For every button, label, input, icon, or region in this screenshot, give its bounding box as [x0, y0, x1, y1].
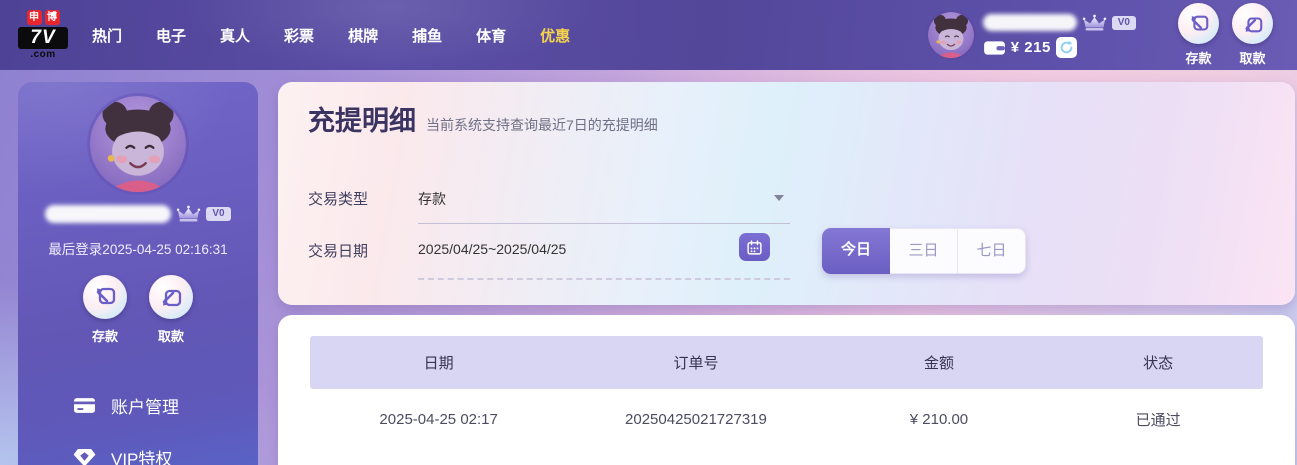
crown-icon: [1082, 14, 1106, 31]
wallet-icon: [983, 41, 1005, 55]
logo-badge-right: 博: [44, 10, 60, 25]
nav-item-boardgames[interactable]: 棋牌: [348, 25, 378, 46]
records-table-card: 日期 订单号 金额 状态 2025-04-25 02:17 2025042502…: [278, 315, 1295, 465]
cell-status: 已通过: [1135, 411, 1181, 429]
nav-item-sports[interactable]: 体育: [476, 25, 506, 46]
nav-item-fishing[interactable]: 捕鱼: [412, 25, 442, 46]
table-header-amount: 金额: [923, 355, 954, 372]
sidebar-deposit-transfer-icon: [96, 287, 116, 305]
withdraw-label: 取款: [1239, 51, 1266, 66]
date-range-group: 今日 三日 七日: [822, 228, 1026, 274]
page-subtitle: 当前系统支持查询最近7日的充提明细: [426, 117, 658, 133]
refresh-icon: [1060, 40, 1073, 54]
calendar-picker-button[interactable]: [739, 233, 770, 261]
page-title: 充提明细: [308, 106, 416, 136]
table-header-status: 状态: [1143, 355, 1174, 372]
table-row: 2025-04-25 02:17 20250425021727319 ¥ 210…: [310, 389, 1263, 449]
avatar[interactable]: [927, 12, 974, 58]
sidebar-item-label: 账户管理: [111, 397, 179, 417]
range-today-button[interactable]: 今日: [822, 228, 890, 274]
username-redacted: [982, 14, 1077, 31]
logo-tld: .com: [30, 49, 56, 60]
vip-level-badge: V0: [1111, 15, 1136, 30]
deposit-circle: [1178, 3, 1219, 44]
deposit-button[interactable]: 存款: [1178, 3, 1219, 67]
sidebar-user-line: V0: [18, 205, 258, 223]
sidebar-item-label: VIP特权: [111, 449, 173, 465]
logo-badge-left: 申: [26, 10, 42, 25]
type-field-underline: [418, 223, 790, 224]
account-card-icon: [74, 397, 95, 413]
logo-badges: 申 博: [18, 10, 68, 25]
chevron-down-icon[interactable]: [774, 195, 784, 201]
transaction-date-input[interactable]: 2025/04/25~2025/04/25: [418, 241, 708, 257]
page: 申 博 7V .com 热门 电子 真人 彩票 棋牌 捕鱼 体育 优惠 V0 ¥…: [0, 0, 1297, 465]
sidebar-avatar-illustration: [90, 96, 186, 192]
sidebar-item-account-management[interactable]: 账户管理: [73, 379, 258, 431]
nav-item-live[interactable]: 真人: [220, 25, 250, 46]
sidebar-item-vip-privileges[interactable]: VIP特权: [73, 431, 258, 465]
sidebar-deposit-button[interactable]: 存款: [83, 275, 127, 345]
cell-amount: ¥ 210.00: [909, 410, 969, 428]
nav-item-hot[interactable]: 热门: [92, 25, 122, 46]
transaction-type-select[interactable]: 存款: [418, 189, 770, 209]
vip-gem-icon: [73, 448, 96, 465]
sidebar-deposit-label: 存款: [91, 329, 118, 344]
nav-item-promotions[interactable]: 优惠: [540, 25, 570, 46]
main-nav: 热门 电子 真人 彩票 棋牌 捕鱼 体育 优惠: [92, 25, 570, 46]
range-three-days-button[interactable]: 三日: [890, 228, 958, 274]
sidebar-deposit-circle: [83, 275, 127, 319]
logo-word: 7V: [18, 27, 68, 49]
deposit-label: 存款: [1185, 51, 1212, 66]
transaction-type-label: 交易类型: [308, 191, 369, 208]
refresh-balance-button[interactable]: [1055, 37, 1077, 58]
sidebar-avatar[interactable]: [90, 96, 186, 192]
withdraw-button[interactable]: 取款: [1232, 3, 1273, 67]
sidebar-quick-actions: 存款 取款: [18, 275, 258, 345]
table-header-date: 日期: [423, 355, 454, 372]
sidebar-withdraw-circle: [149, 275, 193, 319]
table-header-row: 日期 订单号 金额 状态: [310, 336, 1263, 389]
avatar-illustration: [927, 12, 974, 58]
calendar-icon: [747, 239, 762, 255]
last-login-text: 最后登录2025-04-25 02:16:31: [48, 242, 228, 257]
transaction-date-label: 交易日期: [308, 243, 369, 260]
withdraw-transfer-icon: [1244, 16, 1262, 32]
sidebar-withdraw-button[interactable]: 取款: [149, 275, 193, 345]
sidebar-withdraw-transfer-icon: [162, 289, 182, 307]
balance-amount: ¥ 215: [1010, 39, 1051, 56]
sidebar-crown-icon: [177, 205, 201, 222]
sidebar-username-redacted: [45, 205, 172, 223]
sidebar-menu: 账户管理 VIP特权: [18, 379, 258, 465]
nav-item-lottery[interactable]: 彩票: [284, 25, 314, 46]
sidebar: V0 最后登录2025-04-25 02:16:31 存款 取款 账户管理 VI…: [18, 82, 258, 465]
site-logo[interactable]: 申 博 7V .com: [18, 10, 68, 60]
filter-panel: 充提明细 当前系统支持查询最近7日的充提明细 交易类型 存款 交易日期 2025…: [278, 82, 1295, 305]
date-field-underline: [418, 278, 790, 280]
table-header-order-number: 订单号: [673, 355, 719, 372]
user-info: V0 ¥ 215: [982, 13, 1136, 58]
deposit-transfer-icon: [1190, 15, 1208, 31]
sidebar-withdraw-label: 取款: [157, 329, 184, 344]
top-actions: 存款 取款: [1178, 3, 1273, 67]
nav-item-slots[interactable]: 电子: [156, 25, 186, 46]
cell-order-number: 20250425021727319: [625, 410, 767, 428]
cell-date: 2025-04-25 02:17: [379, 410, 498, 428]
withdraw-circle: [1232, 3, 1273, 44]
user-cluster: V0 ¥ 215: [927, 12, 1136, 58]
range-seven-days-button[interactable]: 七日: [958, 228, 1026, 274]
sidebar-vip-level-badge: V0: [206, 207, 231, 221]
top-navbar: 申 博 7V .com 热门 电子 真人 彩票 棋牌 捕鱼 体育 优惠 V0 ¥…: [0, 0, 1297, 70]
